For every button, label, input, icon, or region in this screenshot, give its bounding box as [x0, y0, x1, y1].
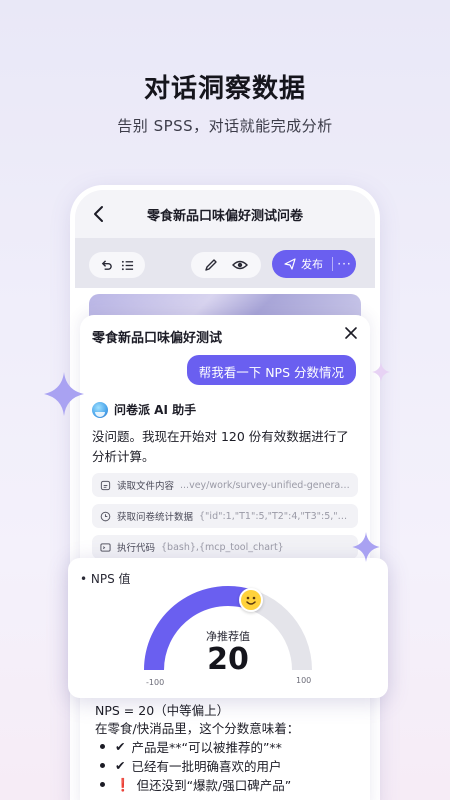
file-icon	[100, 480, 111, 490]
gauge-min-label: -100	[146, 678, 165, 687]
sparkle-icon	[372, 362, 390, 382]
bullet-text: 但还没到“爆款/强口碑产品”	[136, 778, 292, 793]
assistant-header: 问卷派 AI 助手	[92, 401, 196, 418]
hero-subtitle: 告别 SPSS，对话就能完成分析	[117, 117, 333, 135]
nps-result-line: NPS = 20（中等偏上）	[95, 703, 230, 718]
close-icon[interactable]	[344, 326, 358, 340]
step-label: 获取问卷统计数据	[117, 512, 194, 523]
step-label: 读取文件内容	[117, 481, 175, 492]
view-pill	[191, 252, 261, 278]
undo-icon[interactable]	[100, 259, 113, 272]
tool-step-get-stats[interactable]: 获取问卷统计数据 {"id":1,"T1":5,"T2":4,"T3":5,"T…	[92, 504, 358, 528]
clock-icon	[100, 511, 111, 521]
result-bullet: ✔ 已经有一批明确喜欢的用户	[100, 756, 282, 775]
send-icon	[284, 258, 296, 270]
exclamation-icon: ❗	[115, 776, 131, 792]
publish-button[interactable]: 发布 ···	[272, 250, 356, 278]
tool-step-run-code[interactable]: 执行代码 {bash},{mcp_tool_chart}	[92, 535, 358, 559]
hero-title: 对话洞察数据	[143, 74, 306, 104]
user-message-bubble: 帮我看一下 NPS 分数情况	[186, 355, 356, 385]
chat-sheet-title: 零食新品口味偏好测试	[92, 331, 223, 346]
bullet-text: 已经有一批明确喜欢的用户	[131, 759, 282, 774]
smiley-face-icon	[238, 587, 263, 612]
result-bullet: ❗ 但还没到“爆款/强口碑产品”	[100, 775, 291, 794]
step-label: 执行代码	[117, 543, 156, 554]
bullet-dot	[100, 744, 105, 749]
gauge-max-label: 100	[296, 676, 312, 685]
eye-icon[interactable]	[232, 258, 248, 272]
list-icon[interactable]	[121, 259, 134, 272]
assistant-avatar-icon	[92, 401, 108, 418]
history-pill	[89, 252, 145, 278]
back-arrow-icon[interactable]	[89, 204, 109, 224]
bullet-dot	[100, 763, 105, 768]
nps-chart-card: • NPS 值 净推荐值 20 -100 100	[68, 558, 388, 698]
nps-value: 20	[207, 642, 249, 677]
editor-toolbar: 发布 ···	[75, 238, 375, 288]
terminal-icon	[100, 542, 111, 552]
step-detail: ...vey/work/survey-unified-generate.md	[180, 479, 350, 491]
pencil-icon[interactable]	[204, 258, 218, 272]
publish-label: 发布	[301, 258, 323, 271]
survey-title: 零食新品口味偏好测试问卷	[146, 208, 303, 224]
nps-meaning-intro: 在零食/快消品里，这个分数意味着：	[95, 721, 300, 736]
assistant-reply: 没问题。我现在开始对 120 份有效数据进行了分析计算。	[92, 429, 349, 464]
bullet-dot	[100, 782, 105, 787]
assistant-name: 问卷派 AI 助手	[114, 403, 197, 417]
result-bullet: ✔ 产品是**“可以被推荐的”**	[100, 737, 282, 756]
bullet-text: 产品是**“可以被推荐的”**	[131, 740, 282, 755]
sparkle-icon	[44, 372, 84, 416]
step-detail: {"id":1,"T1":5,"T2":4,"T3":5,"T4":5,...	[199, 510, 350, 522]
phone-header: 零食新品口味偏好测试问卷	[75, 190, 375, 238]
step-detail: {bash},{mcp_tool_chart}	[161, 541, 284, 553]
check-mark-icon: ✔	[115, 758, 126, 773]
more-options-button[interactable]: ···	[333, 257, 356, 271]
tool-step-read-file[interactable]: 读取文件内容 ...vey/work/survey-unified-genera…	[92, 473, 358, 497]
sparkle-icon	[352, 532, 380, 562]
check-mark-icon: ✔	[115, 739, 126, 754]
